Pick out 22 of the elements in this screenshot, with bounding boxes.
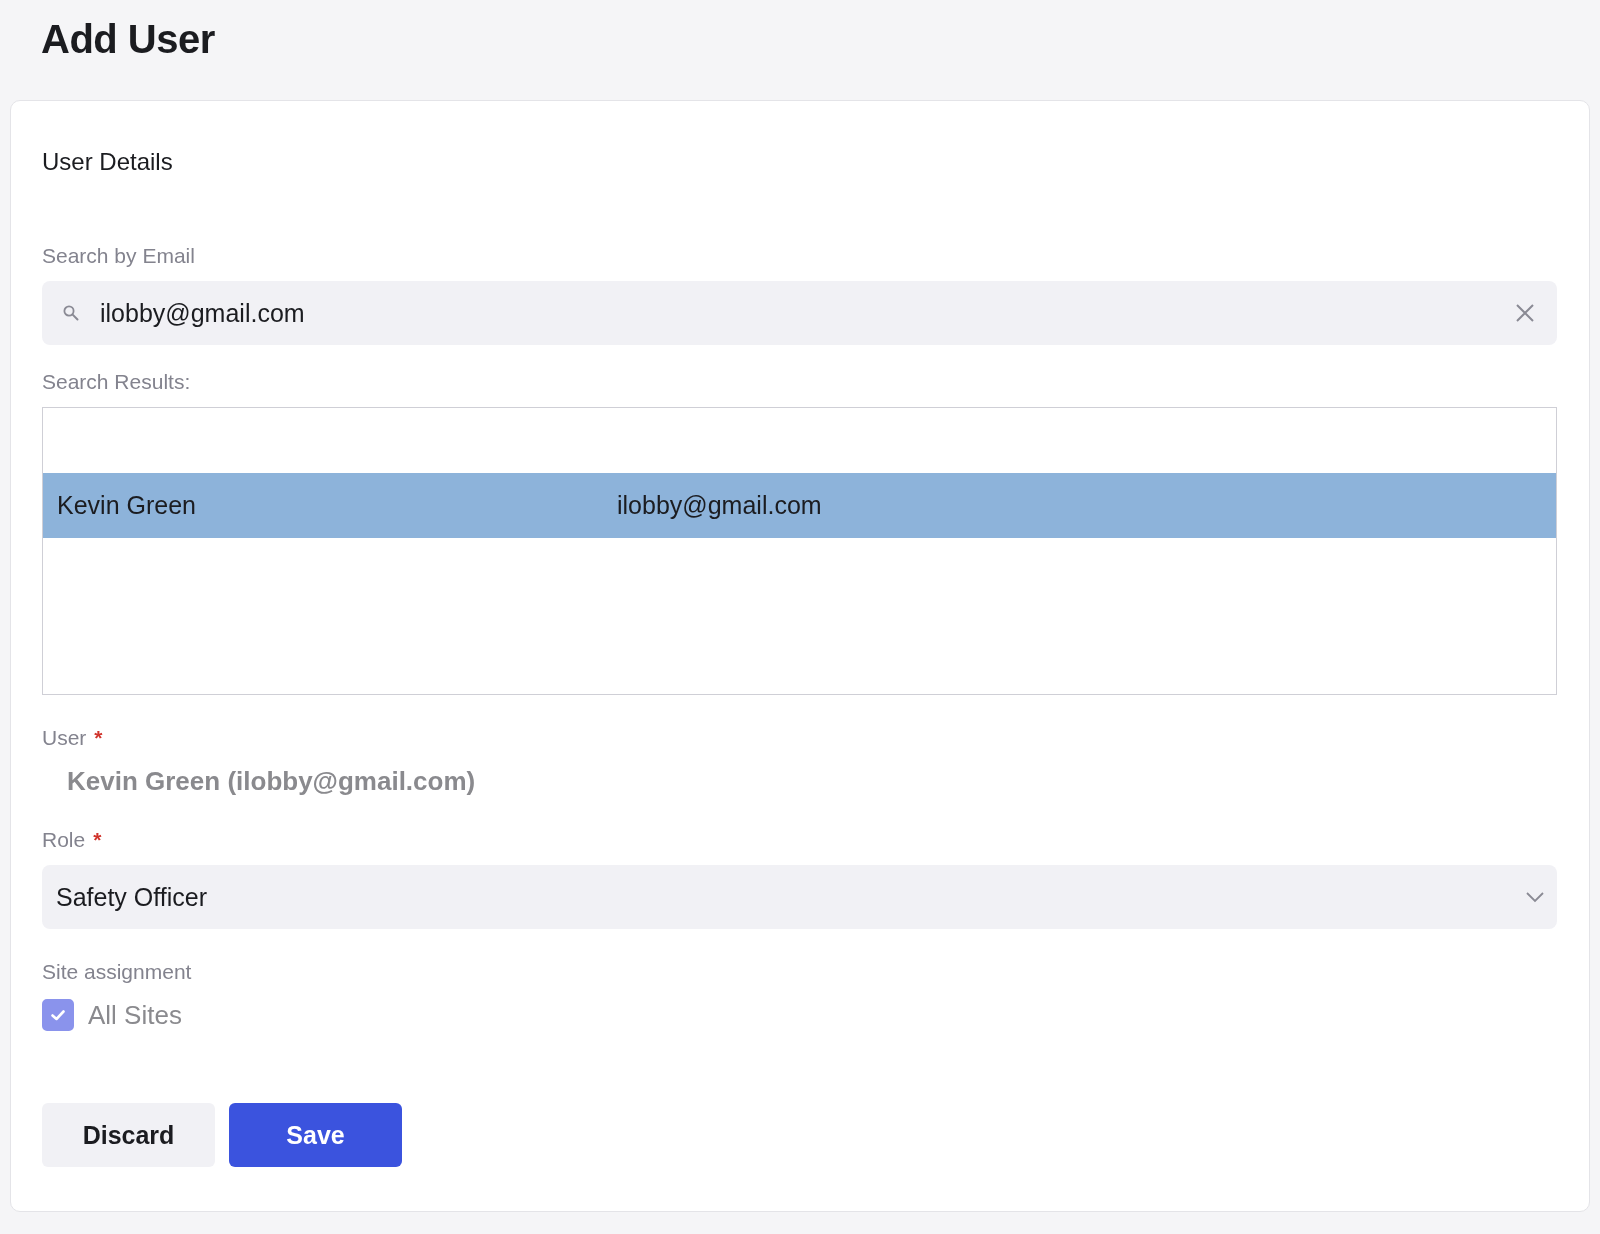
checkbox[interactable] (42, 999, 74, 1031)
section-title: User Details (42, 147, 174, 177)
field-label: User (42, 726, 87, 749)
required-mark: * (94, 726, 103, 749)
chevron-down-icon (1525, 891, 1545, 903)
field-label: Role (42, 828, 86, 851)
field-label: Site assignment (42, 959, 193, 985)
checkbox-label: All Sites (88, 999, 182, 1031)
role-select[interactable]: Safety Officer (42, 865, 1557, 929)
selected-user: Kevin Green (ilobby@gmail.com) (67, 765, 477, 797)
search-field[interactable]: ilobby@gmail.com (42, 281, 1557, 345)
user-email: ilobby@gmail.com (617, 491, 822, 520)
field-label: Search by Email (42, 243, 196, 269)
page-title: Add User (41, 16, 216, 63)
field-label: Search Results: (42, 369, 192, 395)
required-mark: * (93, 828, 102, 851)
search-icon (62, 304, 80, 322)
close-icon[interactable] (1515, 303, 1535, 323)
user-name: Kevin Green (57, 491, 197, 520)
save-button[interactable]: Save (229, 1103, 402, 1167)
discard-button[interactable]: Discard (42, 1103, 215, 1167)
result-row[interactable]: Kevin Green ilobby@gmail.com (43, 473, 1556, 538)
